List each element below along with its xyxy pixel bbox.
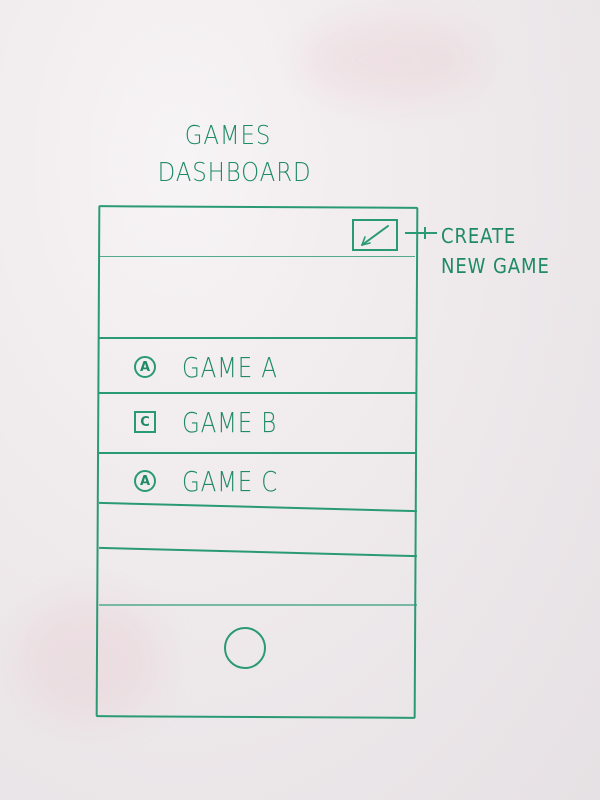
row-divider — [99, 452, 417, 454]
game-label: GAME B — [182, 405, 278, 439]
game-row[interactable]: C GAME B — [134, 402, 298, 442]
callout-label-line-2: NEW GAME — [441, 254, 550, 278]
home-button[interactable] — [224, 627, 266, 669]
game-label: GAME A — [182, 350, 278, 384]
board-smudge — [300, 20, 480, 100]
page-title-line-1: GAMES — [184, 121, 272, 151]
game-label: GAME C — [182, 464, 279, 498]
callout-connector — [405, 227, 437, 239]
page-title-line-2: DASHBOARD — [157, 158, 312, 188]
row-divider — [99, 392, 417, 394]
game-row[interactable]: A GAME C — [134, 461, 299, 501]
header-divider — [99, 256, 415, 257]
status-badge: A — [134, 470, 156, 492]
status-badge: A — [134, 356, 156, 378]
create-game-button[interactable] — [352, 219, 398, 251]
game-row[interactable]: A GAME A — [134, 347, 299, 387]
section-divider — [99, 337, 417, 339]
callout-label-line-1: CREATE — [441, 224, 517, 248]
footer-divider — [99, 604, 417, 606]
pencil-icon — [361, 225, 389, 246]
status-badge: C — [134, 411, 156, 433]
